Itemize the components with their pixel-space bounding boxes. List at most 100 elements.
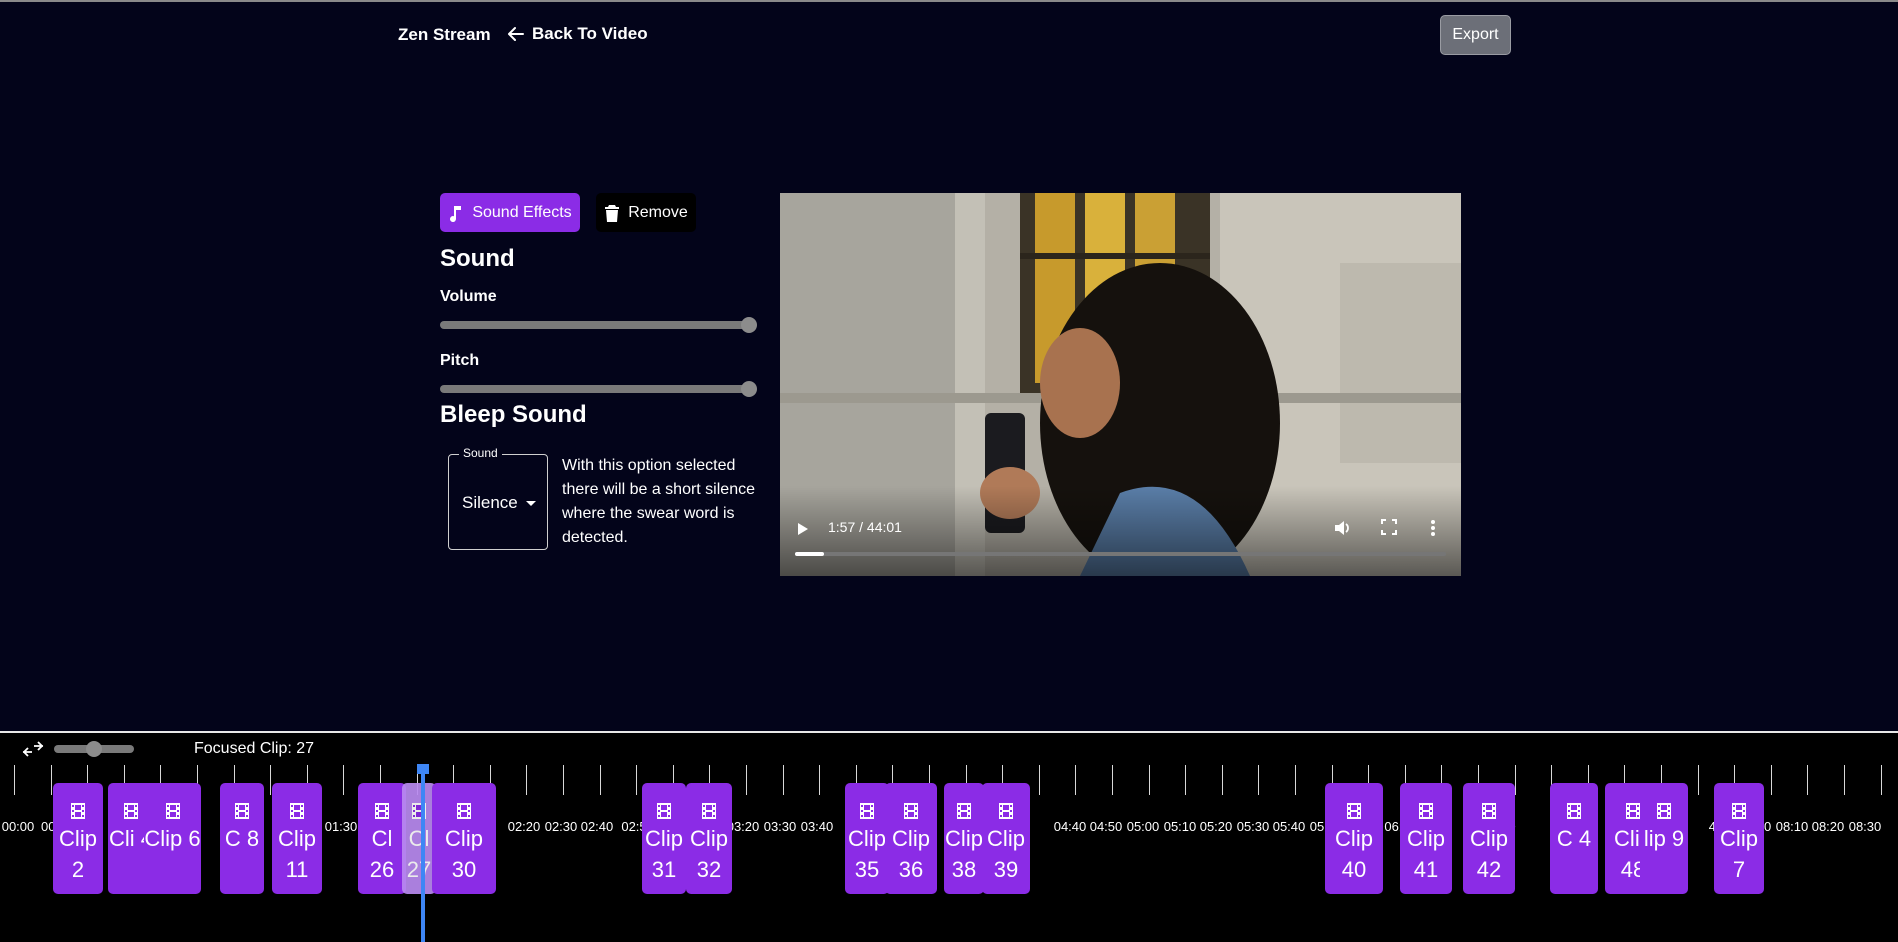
timeline-clip-label: Clip 38: [945, 826, 983, 882]
ruler-time-label: 03:30: [763, 819, 797, 834]
timeline-clip[interactable]: Clip 30: [432, 783, 496, 894]
ruler-tick: [782, 765, 784, 795]
timeline-clip[interactable]: C 4: [1550, 783, 1598, 894]
bleep-sound-heading: Bleep Sound: [440, 401, 587, 428]
ruler-tick: [1697, 765, 1699, 795]
film-icon: [904, 803, 918, 819]
ruler-tick: [636, 765, 638, 795]
ruler-tick: [1075, 765, 1077, 795]
film-icon: [235, 803, 249, 819]
timeline-clip-label: lip 9: [1643, 826, 1685, 851]
timeline-clip-label: Clip 7: [1720, 826, 1758, 882]
timeline-clip[interactable]: Clip 6: [144, 783, 201, 894]
ruler-tick: [1112, 765, 1113, 795]
ruler-time-label: 05:40: [1272, 819, 1306, 834]
timeline-clip[interactable]: Cl 27: [402, 783, 436, 894]
ruler-tick: [1221, 765, 1223, 795]
timeline-clip[interactable]: Cl 26: [358, 783, 406, 894]
film-icon: [1419, 803, 1433, 819]
sound-select-legend: Sound: [459, 446, 502, 460]
timeline-clip[interactable]: Clip 40: [1325, 783, 1383, 894]
timeline-clip-label: Clip 11: [278, 826, 316, 882]
ruler-time-label: 08:10: [1775, 819, 1809, 834]
timeline-clip-label: C 4: [1556, 826, 1592, 851]
music-note-icon: [450, 205, 462, 222]
timeline-clip[interactable]: Clip 41: [1400, 783, 1452, 894]
sound-heading: Sound: [440, 245, 515, 272]
timeline-clip[interactable]: Clip 39: [982, 783, 1030, 894]
timeline-clip[interactable]: Clip 31: [642, 783, 686, 894]
brand-title: Zen Stream: [398, 25, 491, 44]
film-icon: [1626, 803, 1640, 819]
film-icon: [1567, 803, 1581, 819]
ruler-tick: [819, 765, 821, 795]
video-player[interactable]: 1:57 / 44:01: [780, 193, 1461, 576]
timeline-clip[interactable]: Clip 36: [885, 783, 937, 894]
film-icon: [71, 803, 85, 819]
ruler-tick: [1880, 765, 1882, 795]
timeline-clip[interactable]: Clip 32: [686, 783, 732, 894]
trash-icon: [605, 204, 620, 222]
ruler-tick: [1844, 765, 1845, 795]
tab-remove[interactable]: Remove: [596, 193, 696, 232]
timeline-clip-label: Clip 31: [645, 826, 683, 882]
playhead-handle[interactable]: [417, 764, 429, 774]
ruler-tick: [526, 765, 528, 795]
timeline-clip[interactable]: C 8: [220, 783, 264, 894]
caret-down-icon: [525, 500, 536, 506]
timeline-clip[interactable]: Clip 42: [1463, 783, 1515, 894]
volume-icon[interactable]: [1333, 519, 1351, 537]
fullscreen-icon[interactable]: [1381, 519, 1397, 535]
timeline-playhead[interactable]: [417, 764, 429, 942]
ruler-time-label: 05:00: [1126, 819, 1160, 834]
timeline-clip[interactable]: Clip 11: [272, 783, 322, 894]
film-icon: [375, 803, 389, 819]
film-icon: [702, 803, 716, 819]
ruler-time-label: 00:00: [1, 819, 35, 834]
timeline-clip-label: Cl 26: [369, 826, 395, 882]
film-icon: [1732, 803, 1746, 819]
pitch-label: Pitch: [440, 352, 480, 369]
arrow-left-icon: [508, 27, 524, 41]
film-icon: [165, 803, 180, 819]
video-progress-bar[interactable]: [795, 552, 1446, 556]
back-to-video-link[interactable]: Back To Video: [506, 24, 648, 44]
volume-slider-knob[interactable]: [741, 317, 757, 333]
timeline-zoom-slider[interactable]: [54, 741, 134, 757]
more-options-icon[interactable]: [1430, 519, 1436, 537]
timeline-clip-label: Clip 42: [1470, 826, 1508, 882]
timeline-clip-label: C 8: [224, 826, 260, 851]
tab-sound-effects-label: Sound Effects: [472, 203, 572, 221]
timeline-clip-label: Clip 40: [1335, 826, 1373, 882]
ruler-tick: [1148, 765, 1150, 795]
sound-select-value-wrap: Silence: [462, 493, 536, 513]
focused-clip-label: Focused Clip: 27: [194, 740, 315, 757]
sound-select[interactable]: Sound Silence: [448, 446, 548, 550]
pitch-slider[interactable]: [440, 381, 757, 397]
ruler-time-label: 08:20: [1811, 819, 1845, 834]
ruler-time-label: 05:30: [1236, 819, 1270, 834]
back-label: Back To Video: [532, 24, 648, 43]
timeline-clip[interactable]: Clip 7: [1714, 783, 1764, 894]
timeline-clip-label: Clip 2: [59, 826, 97, 882]
pitch-slider-knob[interactable]: [741, 381, 757, 397]
ruler-tick: [343, 765, 345, 795]
volume-slider[interactable]: [440, 317, 757, 333]
ruler-tick: [1807, 765, 1809, 795]
timeline-clip-label: Clip 36: [892, 826, 930, 882]
timeline-clip-label: Clip 30: [445, 826, 483, 882]
timeline-clip[interactable]: Clip 2: [53, 783, 103, 894]
timeline-zoom-knob[interactable]: [86, 741, 102, 757]
export-button[interactable]: Export: [1440, 15, 1511, 55]
collapse-arrows-icon[interactable]: [22, 740, 44, 758]
ruler-tick: [746, 765, 747, 795]
timeline-clip-label: Cl 27: [406, 826, 432, 882]
top-border: [0, 0, 1898, 2]
tab-sound-effects[interactable]: Sound Effects: [440, 193, 580, 232]
timeline-clip[interactable]: Clip 38: [944, 783, 984, 894]
ruler-tick: [1295, 765, 1296, 795]
play-icon[interactable]: [798, 523, 808, 535]
timeline-clip[interactable]: Clip 35: [845, 783, 889, 894]
timeline-clip[interactable]: lip 9: [1640, 783, 1688, 894]
sound-select-value: Silence: [462, 493, 518, 512]
